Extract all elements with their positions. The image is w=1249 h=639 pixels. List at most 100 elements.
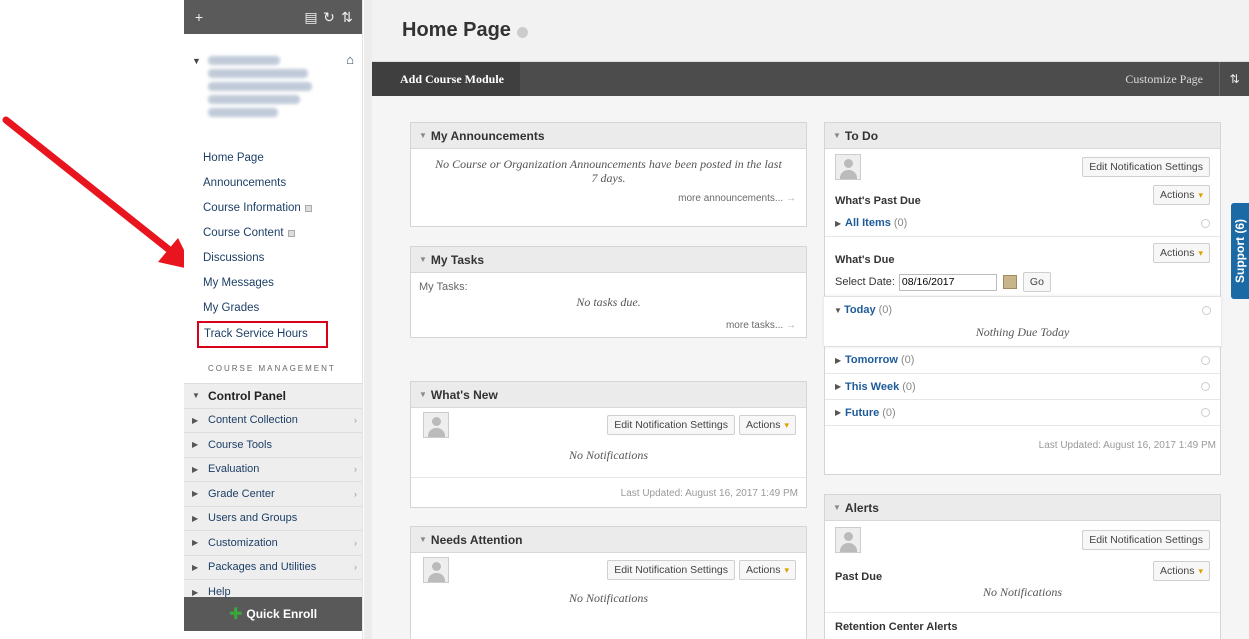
tomorrow-row[interactable]: ▶ Tomorrow (0) — [825, 347, 1220, 373]
collapse-triangle-icon[interactable]: ▼ — [833, 503, 841, 512]
this-week-row[interactable]: ▶ This Week (0) — [825, 373, 1220, 399]
status-circle-icon — [1201, 408, 1210, 417]
chevron-right-icon: › — [354, 562, 357, 573]
actions-button[interactable]: Actions ▾ — [1153, 185, 1210, 205]
module-to-do: ▼ To Do Edit Notification Settings What's… — [824, 122, 1221, 475]
expand-triangle-icon: ▼ — [834, 305, 842, 315]
cp-item-packages-and-utilities[interactable]: ▶ Packages and Utilities › — [184, 556, 362, 580]
page-title-bar: Home Page — [372, 0, 1249, 62]
module-alerts: ▼ Alerts Edit Notification Settings Past … — [824, 494, 1221, 639]
module-title: To Do — [844, 128, 879, 143]
folder-view-icon[interactable]: ▤ — [302, 8, 320, 26]
reorder-icon[interactable]: ⇅ — [338, 8, 356, 26]
collapsed-triangle-icon: ▶ — [192, 513, 199, 523]
menu-item-my-messages[interactable]: My Messages — [203, 271, 362, 296]
collapse-triangle-icon[interactable]: ▼ — [419, 535, 427, 544]
add-course-module-button[interactable]: Add Course Module — [372, 62, 521, 96]
content-area-icon — [287, 230, 295, 237]
actions-button[interactable]: Actions ▾ — [739, 415, 796, 435]
menu-item-home-page[interactable]: Home Page — [203, 146, 362, 171]
collapsed-triangle-icon: ▶ — [192, 489, 199, 499]
module-title: My Tasks — [430, 252, 485, 267]
avatar — [423, 412, 449, 438]
all-items-row[interactable]: ▶ All Items (0) — [825, 210, 1220, 236]
calendar-icon[interactable] — [1002, 275, 1017, 289]
chevron-down-icon: ▾ — [1198, 247, 1203, 258]
actions-button[interactable]: Actions ▾ — [1153, 242, 1210, 263]
chevron-down-icon: ▾ — [784, 565, 789, 575]
whats-due-heading: What's Due — [835, 253, 895, 266]
sidebar-splitter[interactable] — [364, 0, 372, 639]
cp-item-customization[interactable]: ▶ Customization › — [184, 531, 362, 556]
menu-item-my-grades[interactable]: My Grades — [203, 296, 362, 321]
collapse-triangle-icon[interactable]: ▼ — [419, 390, 427, 399]
announcements-message: No Course or Organization Announcements … — [435, 157, 782, 185]
quick-enroll-button[interactable]: ✚ Quick Enroll — [184, 597, 362, 631]
module-title: What's New — [430, 387, 498, 402]
module-title: My Announcements — [430, 128, 545, 143]
avatar — [835, 527, 861, 553]
reorder-modules-icon[interactable]: ⇅ — [1219, 62, 1249, 96]
cp-item-course-tools[interactable]: ▶ Course Tools — [184, 433, 362, 458]
menu-item-course-content[interactable]: Course Content — [203, 221, 362, 246]
page-options-icon[interactable] — [516, 27, 528, 38]
past-due-heading: Past Due — [835, 571, 883, 583]
today-panel: ▼ Today (0) Nothing Due Today — [824, 296, 1221, 347]
collapse-triangle-icon[interactable]: ▼ — [833, 131, 841, 140]
chevron-down-icon: ▾ — [784, 420, 789, 430]
add-menu-item-icon[interactable]: + — [190, 8, 208, 26]
customize-page-button[interactable]: Customize Page — [1109, 72, 1219, 87]
edit-notification-settings-button[interactable]: Edit Notification Settings — [1082, 157, 1210, 177]
collapse-triangle-icon[interactable]: ▼ — [192, 56, 201, 66]
edit-notification-settings-button[interactable]: Edit Notification Settings — [1082, 530, 1210, 550]
tasks-message: No tasks due. — [576, 295, 641, 309]
course-title-block[interactable]: ▼ ⌂ — [184, 34, 362, 146]
collapsed-triangle-icon: ▶ — [192, 440, 199, 450]
collapsed-triangle-icon: ▶ — [192, 562, 199, 572]
menu-item-track-service-hours[interactable]: Track Service Hours — [197, 321, 328, 348]
support-tab[interactable]: Support (6) — [1231, 203, 1249, 299]
expand-triangle-icon: ▼ — [192, 391, 200, 401]
avatar — [423, 557, 449, 583]
home-icon[interactable]: ⌂ — [346, 52, 354, 67]
control-panel-header[interactable]: ▼ Control Panel — [184, 384, 362, 409]
action-bar: Add Course Module Customize Page ⇅ — [372, 62, 1249, 96]
expand-triangle-icon: ▶ — [835, 408, 842, 417]
menu-item-discussions[interactable]: Discussions — [203, 246, 362, 271]
module-title: Needs Attention — [430, 532, 523, 547]
go-button[interactable]: Go — [1022, 272, 1051, 292]
chevron-right-icon: › — [354, 488, 357, 499]
chevron-down-icon: ▾ — [1198, 190, 1203, 200]
module-my-tasks: ▼ My Tasks My Tasks: No tasks due. more t… — [410, 246, 807, 338]
main-content: Home Page Add Course Module Customize Pa… — [372, 0, 1249, 639]
future-row[interactable]: ▶ Future (0) — [825, 399, 1220, 425]
refresh-icon[interactable]: ↻ — [320, 8, 338, 26]
collapse-triangle-icon[interactable]: ▼ — [419, 131, 427, 140]
course-menu-sidebar: + ▤ ↻ ⇅ ▼ ⌂ Home Page Announcements Cour… — [184, 0, 363, 639]
cp-item-content-collection[interactable]: ▶ Content Collection › — [184, 409, 362, 433]
more-announcements-link[interactable]: more announcements... — [678, 193, 783, 204]
edit-notification-settings-button[interactable]: Edit Notification Settings — [607, 560, 736, 580]
status-circle-icon — [1201, 355, 1210, 365]
cp-item-evaluation[interactable]: ▶ Evaluation › — [184, 458, 362, 482]
actions-button[interactable]: Actions ▾ — [739, 560, 796, 580]
needs-attention-message: No Notifications — [568, 591, 648, 605]
status-circle-icon — [1201, 218, 1210, 228]
sidebar-toolbar: + ▤ ↻ ⇅ — [184, 0, 362, 34]
cp-item-users-and-groups[interactable]: ▶ Users and Groups — [184, 507, 362, 531]
actions-button[interactable]: Actions ▾ — [1153, 561, 1210, 581]
content-area-icon — [304, 205, 312, 212]
today-row[interactable]: ▼ Today (0) — [824, 297, 1221, 323]
control-panel: ▼ Control Panel ▶ Content Collection › ▶ Cou… — [184, 383, 362, 628]
avatar — [835, 154, 861, 180]
collapse-triangle-icon[interactable]: ▼ — [419, 255, 427, 264]
menu-item-course-information[interactable]: Course Information — [203, 196, 362, 221]
last-updated: Last Updated: August 16, 2017 1:49 PM — [620, 488, 798, 499]
date-input[interactable] — [898, 273, 997, 291]
chevron-right-icon: › — [354, 537, 357, 548]
cp-item-grade-center[interactable]: ▶ Grade Center › — [184, 482, 362, 507]
chevron-right-icon: › — [354, 464, 357, 475]
more-tasks-link[interactable]: more tasks... — [726, 320, 783, 331]
menu-item-announcements[interactable]: Announcements — [203, 171, 362, 196]
edit-notification-settings-button[interactable]: Edit Notification Settings — [607, 415, 736, 435]
